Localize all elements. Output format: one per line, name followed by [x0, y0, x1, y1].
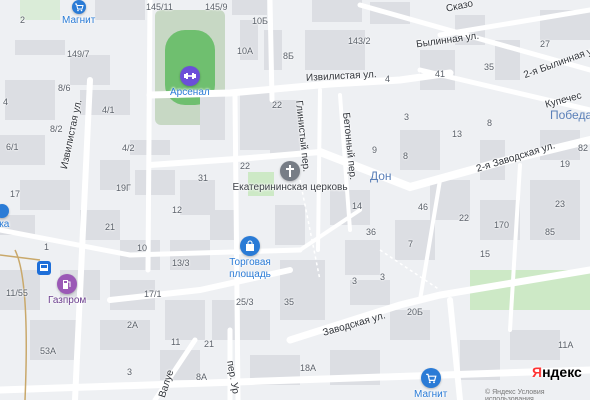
dumbbell-icon — [179, 66, 200, 86]
poi-gazprom[interactable]: Газпром — [48, 274, 86, 307]
house-number: 41 — [435, 69, 446, 79]
house-number: 8/2 — [50, 124, 63, 134]
house-number: 145/9 — [205, 2, 228, 12]
house-number: 23 — [555, 199, 566, 209]
poi-label-arsenal: Арсенал — [170, 87, 210, 98]
house-number: 21 — [204, 339, 215, 349]
house-number: 11/55 — [6, 288, 28, 298]
house-number: 3 — [127, 367, 133, 377]
house-number: 1 — [44, 242, 50, 252]
house-number: 27 — [540, 39, 551, 49]
house-number: 19Г — [116, 183, 131, 193]
district-label-don: Дон — [370, 169, 392, 183]
yandex-logo-ya: Я — [532, 364, 543, 380]
house-number: 85 — [545, 227, 556, 237]
house-number: 22 — [272, 100, 283, 110]
yandex-logo[interactable]: Яндекс — [532, 364, 582, 380]
house-number: 3 — [380, 272, 386, 282]
house-number: 3 — [404, 112, 410, 122]
map-base-layer — [0, 0, 590, 400]
house-number: 8/6 — [58, 83, 71, 93]
poi-label-gazprom: Газпром — [48, 295, 87, 306]
poi-magnit-bottom[interactable]: Магнит — [414, 368, 447, 400]
house-number: 13/3 — [172, 258, 190, 268]
house-number: 20Б — [407, 307, 423, 317]
house-number: 17 — [10, 189, 21, 199]
poi-arsenal[interactable]: Арсенал — [170, 66, 210, 99]
house-number: 35 — [484, 62, 495, 72]
bus-stop-icon[interactable] — [37, 261, 51, 275]
house-number: 2А — [127, 320, 139, 330]
poi-magnit-top[interactable]: Магнит — [62, 0, 95, 27]
house-number: 15 — [480, 249, 491, 259]
house-number: 8А — [196, 372, 208, 382]
house-number: 145/11 — [146, 2, 173, 12]
yandex-logo-rest: ндекс — [542, 364, 582, 380]
shopping-cart-icon — [71, 0, 86, 14]
house-number: 3 — [352, 276, 358, 286]
house-number: 18А — [300, 363, 317, 373]
shopping-bag-icon — [240, 236, 260, 256]
house-number: 10 — [137, 243, 148, 253]
house-number: 46 — [418, 202, 429, 212]
shopping-cart-icon — [420, 368, 441, 388]
house-number: 22 — [459, 213, 470, 223]
house-number: 17/1 — [144, 289, 162, 299]
pharmacy-icon — [0, 204, 9, 218]
poi-label-pharmacy: чка — [0, 219, 10, 230]
house-number: 14 — [352, 201, 363, 211]
house-number: 8 — [487, 118, 493, 128]
house-number: 6/1 — [6, 142, 19, 152]
house-number: 2 — [20, 15, 26, 25]
house-number: 36 — [366, 227, 377, 237]
house-number: 25/3 — [236, 297, 254, 307]
house-number: 4 — [3, 97, 9, 107]
poi-mall[interactable]: Торговая площадь — [210, 236, 290, 281]
poi-label-magnit-bottom: Магнит — [414, 389, 448, 400]
house-number: 10Б — [252, 16, 268, 26]
house-number: 4/1 — [102, 105, 115, 115]
house-number: 21 — [105, 222, 116, 232]
poi-church[interactable]: Екатерининская церковь — [230, 161, 350, 194]
house-number: 7 — [408, 239, 414, 249]
poi-pharmacy[interactable]: чка — [0, 204, 9, 231]
poi-label-magnit: Магнит — [62, 15, 96, 26]
map-canvas[interactable]: Извилистая ул. Извилистая ул. Глинистый … — [0, 0, 590, 400]
house-number: 13 — [452, 129, 463, 139]
fuel-station-icon — [57, 274, 78, 294]
house-number: 11А — [558, 340, 574, 350]
house-number: 53А — [40, 346, 57, 356]
map-copyright[interactable]: © Яндекс Условия использования — [485, 389, 590, 400]
poi-label-mall: Торговая площадь — [229, 257, 271, 280]
house-number: 12 — [172, 205, 183, 215]
church-cross-icon — [280, 161, 300, 181]
house-number: 149/7 — [67, 49, 90, 59]
house-number: 35 — [284, 297, 295, 307]
house-number: 82 — [578, 143, 589, 153]
house-number: 10А — [237, 46, 254, 56]
district-label-pobeda: Победа — [550, 108, 590, 122]
house-number: 9 — [372, 145, 378, 155]
house-number: 19 — [560, 159, 571, 169]
poi-label-church: Екатерининская церковь — [232, 182, 348, 193]
house-number: 8Б — [283, 51, 294, 61]
house-number: 170 — [494, 220, 510, 230]
house-number: 143/2 — [348, 36, 371, 46]
house-number: 4/2 — [122, 143, 135, 153]
house-number: 31 — [198, 173, 209, 183]
house-number: 8 — [403, 151, 409, 161]
house-number: 11 — [171, 337, 181, 347]
house-number: 4 — [385, 74, 391, 84]
